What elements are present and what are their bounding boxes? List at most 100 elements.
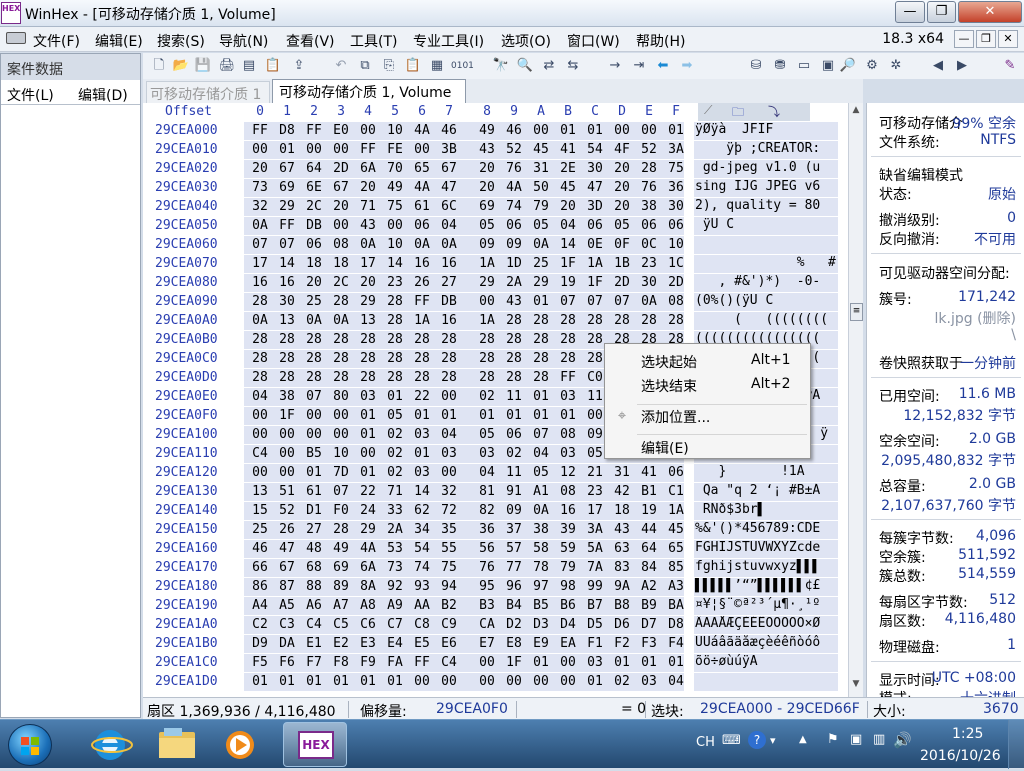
- hex-byte[interactable]: 25: [528, 256, 554, 271]
- hex-byte[interactable]: 28: [328, 332, 354, 347]
- hex-byte[interactable]: 07: [274, 237, 300, 252]
- hex-byte[interactable]: 00: [528, 123, 554, 138]
- hex-byte[interactable]: 19: [555, 275, 581, 290]
- hex-byte[interactable]: E0: [328, 123, 354, 138]
- hex-byte[interactable]: 26: [409, 275, 435, 290]
- hex-byte[interactable]: 28: [382, 332, 408, 347]
- hex-byte[interactable]: 2E: [555, 161, 581, 176]
- hex-byte[interactable]: 67: [274, 560, 300, 575]
- hex-byte[interactable]: 61: [301, 484, 327, 499]
- hex-byte[interactable]: 00: [328, 408, 354, 423]
- hex-byte[interactable]: 43: [501, 294, 527, 309]
- hex-byte[interactable]: D8: [663, 617, 689, 632]
- hex-byte[interactable]: 01: [528, 294, 554, 309]
- hex-byte[interactable]: 28: [247, 294, 273, 309]
- hex-byte[interactable]: 52: [636, 142, 662, 157]
- hex-byte[interactable]: 32: [247, 199, 273, 214]
- hex-byte[interactable]: 07: [328, 484, 354, 499]
- hex-byte[interactable]: 0C: [636, 237, 662, 252]
- hex-byte[interactable]: 64: [636, 541, 662, 556]
- hex-byte[interactable]: 01: [274, 142, 300, 157]
- hex-byte[interactable]: E5: [409, 636, 435, 651]
- ascii-text[interactable]: Qa "q 2 ‘¡ #B±Á: [694, 483, 838, 501]
- hex-row[interactable]: 29CEA1A0 C2 C3 C4 C5 C6 C7 C8 C9 CA D2 D3 D4 D5 D6 D7 D8…: [143, 616, 853, 635]
- hex-byte[interactable]: 29: [355, 522, 381, 537]
- hex-byte[interactable]: B2: [436, 598, 462, 613]
- hex-byte[interactable]: 4A: [409, 123, 435, 138]
- file-explorer-icon[interactable]: [150, 722, 208, 767]
- copy-icon[interactable]: ⧉: [356, 57, 374, 75]
- hex-byte[interactable]: 00: [409, 674, 435, 689]
- print-icon[interactable]: 🖨: [218, 57, 236, 75]
- hex-row[interactable]: 29CEA1D0 01 01 01 01 01 01 00 00 00 00 00 00 01 02 03 04: [143, 673, 853, 692]
- action-center-flag-icon[interactable]: ⚑: [827, 732, 839, 747]
- hex-byte[interactable]: FF: [409, 294, 435, 309]
- hex-row[interactable]: 29CEA080 16 16 20 2C 20 23 26 27 29 2A 29 19 1F 2D 30 2D…: [143, 274, 853, 293]
- vertical-scrollbar[interactable]: ▲ ≡ ▼: [848, 103, 863, 697]
- hex-byte[interactable]: 94: [436, 579, 462, 594]
- hex-byte[interactable]: 23: [382, 275, 408, 290]
- hex-byte[interactable]: C1: [663, 484, 689, 499]
- hex-byte[interactable]: 01: [355, 427, 381, 442]
- hex-byte[interactable]: 1B: [609, 256, 635, 271]
- hex-byte[interactable]: 13: [355, 313, 381, 328]
- hex-byte[interactable]: 02: [382, 427, 408, 442]
- ascii-text[interactable]: gd-jpeg v1.0 (u: [694, 160, 838, 178]
- hex-byte[interactable]: 50: [528, 180, 554, 195]
- hex-byte[interactable]: 2A: [382, 522, 408, 537]
- hex-byte[interactable]: FF: [301, 123, 327, 138]
- hex-byte[interactable]: 07: [582, 294, 608, 309]
- hex-byte[interactable]: 07: [555, 294, 581, 309]
- hex-byte[interactable]: 28: [528, 313, 554, 328]
- ascii-text[interactable]: FGHIJSTUVWXYZcde: [694, 540, 838, 558]
- hex-byte[interactable]: 00: [247, 142, 273, 157]
- hex-byte[interactable]: 28: [382, 313, 408, 328]
- hex-byte[interactable]: 20: [247, 161, 273, 176]
- hex-byte[interactable]: 93: [409, 579, 435, 594]
- hex-byte[interactable]: 16: [274, 275, 300, 290]
- hex-byte[interactable]: 28: [474, 351, 500, 366]
- mdi-close-button[interactable]: ✕: [998, 30, 1018, 48]
- hex-byte[interactable]: 15: [247, 503, 273, 518]
- hex-byte[interactable]: 28: [555, 313, 581, 328]
- hex-byte[interactable]: 00: [474, 674, 500, 689]
- hex-byte[interactable]: 26: [274, 522, 300, 537]
- hex-byte[interactable]: 01: [609, 655, 635, 670]
- hex-byte[interactable]: 00: [301, 427, 327, 442]
- hex-byte[interactable]: 69: [328, 560, 354, 575]
- ascii-text[interactable]: ¤¥¦§¨©ª²³´µ¶·¸¹º: [694, 597, 838, 615]
- hex-byte[interactable]: 28: [528, 351, 554, 366]
- hex-byte[interactable]: 4A: [501, 180, 527, 195]
- hex-byte[interactable]: 55: [436, 541, 462, 556]
- hex-byte[interactable]: 38: [636, 199, 662, 214]
- hex-byte[interactable]: E3: [355, 636, 381, 651]
- hex-byte[interactable]: F2: [609, 636, 635, 651]
- hex-byte[interactable]: 03: [582, 655, 608, 670]
- hex-byte[interactable]: 01: [436, 408, 462, 423]
- hex-byte[interactable]: F5: [247, 655, 273, 670]
- hex-byte[interactable]: 18: [328, 256, 354, 271]
- hex-byte[interactable]: 81: [474, 484, 500, 499]
- drive-icon[interactable]: [6, 32, 26, 44]
- hex-byte[interactable]: 32: [436, 484, 462, 499]
- ascii-text[interactable]: %&'()*456789:CDE: [694, 521, 838, 539]
- hex-byte[interactable]: E2: [328, 636, 354, 651]
- hex-byte[interactable]: 02: [501, 446, 527, 461]
- hex-byte[interactable]: 01: [474, 408, 500, 423]
- hex-byte[interactable]: 20: [355, 275, 381, 290]
- ascii-text[interactable]: õö÷øùúÿÄ: [694, 654, 838, 672]
- hex-byte[interactable]: 2D: [609, 275, 635, 290]
- hex-byte[interactable]: A8: [355, 598, 381, 613]
- hex-byte[interactable]: 43: [355, 218, 381, 233]
- hex-byte[interactable]: 01: [528, 408, 554, 423]
- hex-byte[interactable]: B1: [636, 484, 662, 499]
- hex-byte[interactable]: 79: [555, 560, 581, 575]
- hex-byte[interactable]: 47: [582, 180, 608, 195]
- hex-byte[interactable]: 4A: [355, 541, 381, 556]
- hex-byte[interactable]: 49: [474, 123, 500, 138]
- hex-byte[interactable]: 30: [582, 161, 608, 176]
- hex-byte[interactable]: 0A: [301, 313, 327, 328]
- binary-icon[interactable]: 0101: [451, 57, 474, 75]
- hex-byte[interactable]: 00: [247, 465, 273, 480]
- hex-byte[interactable]: 28: [409, 332, 435, 347]
